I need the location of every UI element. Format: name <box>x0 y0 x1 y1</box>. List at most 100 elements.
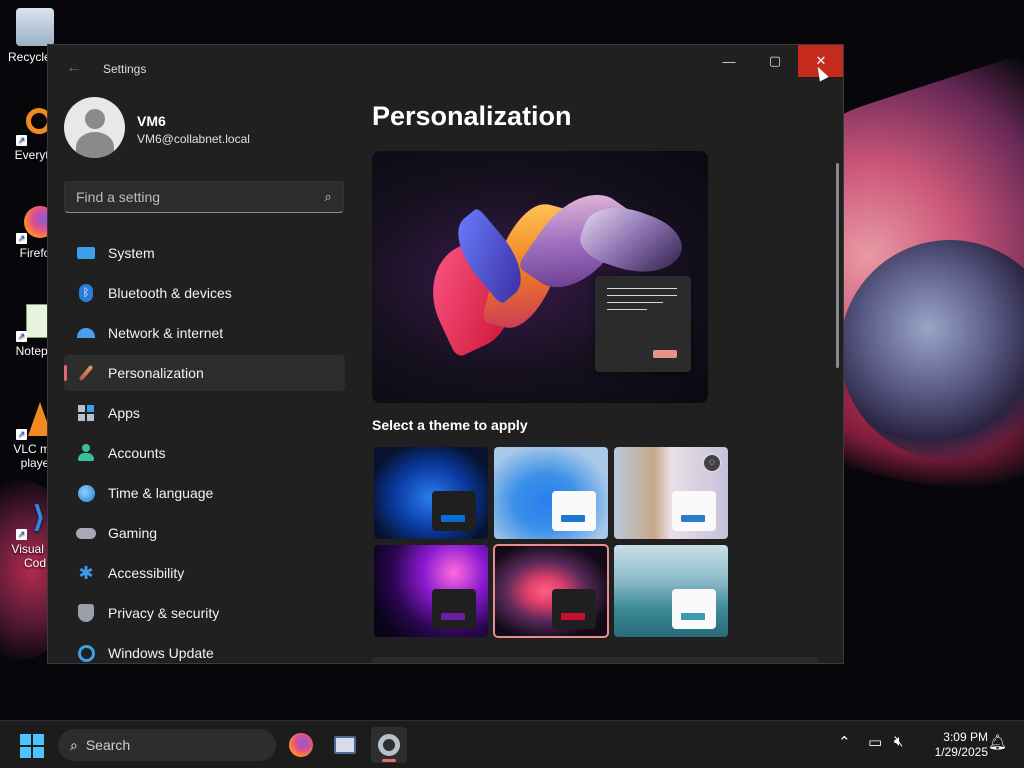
preview-accent-button <box>653 350 677 358</box>
windows-logo-tile <box>20 747 31 758</box>
taskbar: ⌕ Search ⌃ ▭ 🔇︎ 3:09 PM 1/29/2025 🔔︎ <box>0 720 1024 768</box>
preview-line <box>607 309 647 310</box>
sidebar-item-label: Personalization <box>108 365 204 381</box>
sidebar-item-label: Privacy & security <box>108 605 220 621</box>
theme-mini-window <box>552 589 596 629</box>
maximize-button[interactable]: ▢ <box>752 45 798 77</box>
taskbar-search-label: Search <box>85 737 131 753</box>
theme-accent-bar <box>681 613 705 620</box>
search-input[interactable]: Find a setting ⌕ <box>64 181 344 213</box>
avatar-head <box>85 109 105 129</box>
avatar-body <box>76 132 114 158</box>
sidebar-item-accessibility[interactable]: ✱ Accessibility <box>64 555 345 591</box>
taskbar-firefox[interactable] <box>283 727 319 763</box>
sidebar-item-time-language[interactable]: Time & language <box>64 475 345 511</box>
sidebar-item-apps[interactable]: Apps <box>64 395 345 431</box>
wifi-icon <box>76 323 96 343</box>
active-indicator <box>382 759 396 762</box>
avatar[interactable] <box>64 97 125 158</box>
theme-tile-windows-spotlight[interactable]: ◌ <box>614 447 728 539</box>
theme-mini-window <box>432 589 476 629</box>
gamepad-icon <box>76 523 96 543</box>
volume-muted-icon[interactable]: 🔇︎ <box>894 733 903 750</box>
clock-date: 1/29/2025 <box>934 745 988 759</box>
sidebar-item-label: Gaming <box>108 525 158 541</box>
theme-mini-window <box>432 491 476 531</box>
shortcut-arrow-icon: ↗ <box>16 331 27 342</box>
clock-time: 3:09 PM <box>943 730 988 744</box>
firefox-icon <box>289 733 313 757</box>
theme-mini-window <box>552 491 596 531</box>
sidebar-item-label: Time & language <box>108 485 214 501</box>
sidebar-item-label: Windows Update <box>108 645 214 661</box>
system-clock[interactable]: 3:09 PM 1/29/2025 <box>920 730 988 760</box>
theme-tile-glow[interactable] <box>374 545 488 637</box>
shortcut-arrow-icon: ↗ <box>16 529 27 540</box>
sidebar-item-label: Bluetooth & devices <box>108 285 232 301</box>
preview-line <box>607 302 663 303</box>
user-name: VM6 <box>137 113 166 129</box>
chevron-up-icon[interactable]: ⌃ <box>838 733 851 751</box>
theme-tile-windows-dark[interactable] <box>374 447 488 539</box>
shortcut-arrow-icon: ↗ <box>16 135 27 146</box>
minimize-button[interactable]: — <box>706 45 752 77</box>
notification-bell-icon[interactable]: 🔔︎ <box>988 733 1007 751</box>
taskbar-settings[interactable] <box>371 727 407 763</box>
sidebar-item-windows-update[interactable]: Windows Update <box>64 635 345 663</box>
theme-preview <box>372 151 708 403</box>
theme-tile-windows-light[interactable] <box>494 447 608 539</box>
theme-accent-bar <box>681 515 705 522</box>
network-tray-icon[interactable]: ▭ <box>868 733 882 751</box>
next-setting-card <box>372 657 818 663</box>
shortcut-arrow-icon: ↗ <box>16 233 27 244</box>
preview-line <box>607 295 677 296</box>
settings-window: ← Settings — ▢ ✕ VM6 VM6@collabnet.local… <box>47 44 844 664</box>
system-icon <box>76 243 96 263</box>
recycle-bin-icon <box>16 8 54 46</box>
accessibility-icon: ✱ <box>78 562 94 583</box>
window-title: Settings <box>103 62 147 76</box>
sidebar-item-privacy[interactable]: Privacy & security <box>64 595 345 631</box>
user-email: VM6@collabnet.local <box>137 132 250 146</box>
theme-accent-bar <box>441 515 465 522</box>
search-icon[interactable]: ⌕ <box>313 189 343 205</box>
theme-accent-bar <box>441 613 465 620</box>
scrollbar[interactable] <box>836 163 839 368</box>
network-computer-icon <box>334 736 356 754</box>
shield-icon <box>76 603 96 623</box>
sidebar-item-label: System <box>108 245 155 261</box>
sidebar-item-personalization[interactable]: Personalization <box>64 355 345 391</box>
search-icon: ⌕ <box>70 736 78 753</box>
theme-mini-window <box>672 491 716 531</box>
spotlight-badge-icon: ◌ <box>703 454 721 472</box>
apps-icon <box>76 403 96 423</box>
theme-section-heading: Select a theme to apply <box>372 417 528 433</box>
brush-icon <box>76 363 96 383</box>
sidebar-nav: System ᛒ Bluetooth & devices Network & i… <box>64 235 345 663</box>
theme-tile-flow[interactable] <box>614 545 728 637</box>
page-title: Personalization <box>372 101 572 131</box>
taskbar-network-computer[interactable] <box>327 727 363 763</box>
back-arrow-icon[interactable]: ← <box>66 59 86 79</box>
sidebar-item-accounts[interactable]: Accounts <box>64 435 345 471</box>
sidebar-item-gaming[interactable]: Gaming <box>64 515 345 551</box>
taskbar-search[interactable]: ⌕ Search <box>58 729 276 761</box>
update-icon <box>76 643 96 663</box>
sidebar-item-bluetooth[interactable]: ᛒ Bluetooth & devices <box>64 275 345 311</box>
sidebar-item-label: Network & internet <box>108 325 224 341</box>
sidebar-item-network[interactable]: Network & internet <box>64 315 345 351</box>
theme-tile-captured-motion[interactable] <box>493 544 609 638</box>
preview-line <box>607 288 677 289</box>
windows-logo-tile <box>33 734 44 745</box>
sidebar-item-system[interactable]: System <box>64 235 345 271</box>
settings-gear-icon <box>378 734 400 756</box>
shortcut-arrow-icon: ↗ <box>16 429 27 440</box>
sidebar-item-label: Apps <box>108 405 140 421</box>
theme-mini-window <box>672 589 716 629</box>
windows-logo-tile <box>33 747 44 758</box>
preview-window <box>595 276 691 372</box>
start-button[interactable] <box>20 734 44 758</box>
sidebar-item-label: Accessibility <box>108 565 185 581</box>
accounts-icon <box>76 443 96 463</box>
title-bar[interactable]: ← Settings — ▢ ✕ <box>48 45 843 91</box>
